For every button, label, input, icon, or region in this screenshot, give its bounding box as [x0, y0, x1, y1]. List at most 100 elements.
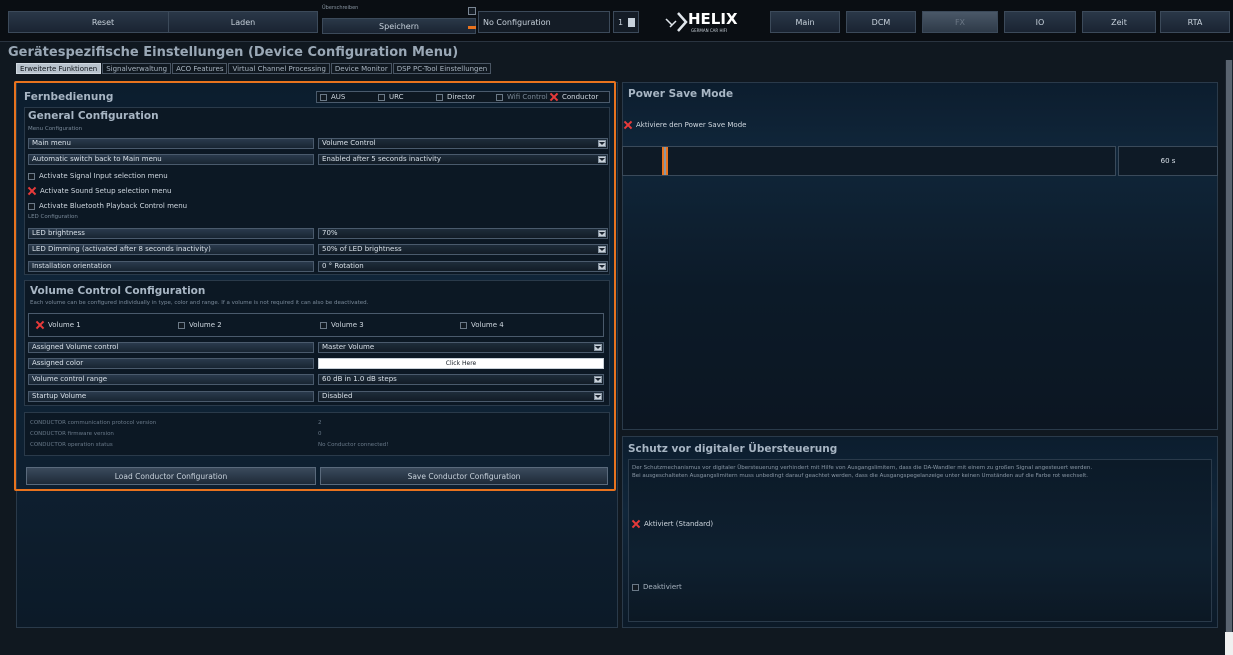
- main-menu-select[interactable]: Volume Control: [318, 138, 608, 149]
- checkbox-icon: [632, 583, 639, 591]
- top-toolbar: Reset Laden Überschreiben Speichern No C…: [0, 0, 1233, 42]
- volume-range-select[interactable]: 60 dB in 1.0 dB steps: [318, 374, 604, 385]
- overwrite-checkbox[interactable]: [468, 7, 476, 15]
- tab-signalverwaltung[interactable]: Signalverwaltung: [102, 63, 172, 74]
- config-name-field[interactable]: No Configuration: [478, 11, 610, 33]
- protocol-version-value: 2: [318, 420, 322, 426]
- scrollbar-thumb[interactable]: [1226, 60, 1232, 655]
- volume-label: Volume 1: [48, 321, 81, 329]
- power-save-slider[interactable]: [622, 146, 1116, 176]
- checked-x-icon: [632, 520, 640, 528]
- volume-1-checkbox[interactable]: Volume 1: [36, 321, 81, 329]
- nav-fx-button[interactable]: FX: [922, 11, 998, 33]
- nav-zeit-button[interactable]: Zeit: [1082, 11, 1156, 33]
- volume-label: Volume 4: [471, 321, 504, 329]
- select-value: Disabled: [322, 392, 353, 400]
- checkbox-icon: [178, 321, 185, 329]
- power-save-value: 60 s: [1118, 146, 1218, 176]
- tab-aco-features[interactable]: ACO Features: [172, 63, 228, 74]
- checkbox-icon: [28, 202, 35, 210]
- save-conductor-button[interactable]: Save Conductor Configuration: [320, 467, 608, 485]
- volume-select-row: [28, 313, 604, 337]
- laden-button[interactable]: Laden: [168, 11, 318, 33]
- led-dimming-select[interactable]: 50% of LED brightness: [318, 244, 608, 255]
- led-config-subtitle: LED Configuration: [28, 214, 78, 220]
- dropdown-arrow-icon[interactable]: [594, 393, 602, 400]
- dropdown-arrow-icon[interactable]: [598, 140, 606, 147]
- config-number-field[interactable]: 1: [613, 11, 639, 33]
- checkbox-icon: [320, 93, 327, 101]
- remote-title: Fernbedienung: [24, 91, 114, 103]
- remote-option-label: Director: [447, 93, 476, 101]
- led-brightness-select[interactable]: 70%: [318, 228, 608, 239]
- orientation-label: Installation orientation: [28, 261, 314, 272]
- volume-3-checkbox[interactable]: Volume 3: [320, 321, 364, 329]
- volume-label: Volume 3: [331, 321, 364, 329]
- startup-volume-select[interactable]: Disabled: [318, 391, 604, 402]
- nav-io-button[interactable]: IO: [1004, 11, 1076, 33]
- operation-status-label: CONDUCTOR operation status: [30, 442, 113, 448]
- led-brightness-label: LED brightness: [28, 228, 314, 239]
- logo-text: HELIX: [688, 10, 738, 28]
- select-value: 0 ° Rotation: [322, 262, 364, 270]
- tab-dsp-pc-tool[interactable]: DSP PC-Tool Einstellungen: [392, 63, 492, 74]
- remote-option-urc[interactable]: URC: [378, 93, 404, 101]
- main-scrollbar[interactable]: [1225, 60, 1233, 655]
- volume-2-checkbox[interactable]: Volume 2: [178, 321, 222, 329]
- menu-config-subtitle: Menu Configuration: [28, 126, 83, 132]
- remote-option-aus[interactable]: AUS: [320, 93, 345, 101]
- checked-x-icon: [550, 93, 558, 101]
- remote-option-label: Wifi Control: [507, 93, 548, 101]
- dropdown-arrow-icon[interactable]: [598, 230, 606, 237]
- checkbox-label: Activate Signal Input selection menu: [39, 172, 168, 180]
- assigned-control-label: Assigned Volume control: [28, 342, 314, 353]
- overdrive-inner-box: [628, 459, 1212, 622]
- remote-option-label: URC: [389, 93, 404, 101]
- auto-switch-label: Automatic switch back to Main menu: [28, 154, 314, 165]
- orientation-select[interactable]: 0 ° Rotation: [318, 261, 608, 272]
- assigned-control-select[interactable]: Master Volume: [318, 342, 604, 353]
- dropdown-arrow-icon[interactable]: [594, 376, 602, 383]
- main-menu-label: Main menu: [28, 138, 314, 149]
- checkbox-icon: [436, 93, 443, 101]
- speichern-button[interactable]: Speichern: [322, 18, 476, 34]
- checkbox-icon: [320, 321, 327, 329]
- volume-4-checkbox[interactable]: Volume 4: [460, 321, 504, 329]
- sound-setup-menu-checkbox[interactable]: Activate Sound Setup selection menu: [28, 187, 171, 195]
- nav-dcm-button[interactable]: DCM: [846, 11, 916, 33]
- dropdown-arrow-icon[interactable]: [598, 156, 606, 163]
- auto-switch-select[interactable]: Enabled after 5 seconds inactivity: [318, 154, 608, 165]
- bluetooth-menu-checkbox[interactable]: Activate Bluetooth Playback Control menu: [28, 202, 187, 210]
- general-config-title: General Configuration: [28, 110, 159, 122]
- operation-status-value: No Conductor connected!: [318, 442, 389, 448]
- dropdown-arrow-icon[interactable]: [598, 263, 606, 270]
- select-value: 60 dB in 1.0 dB steps: [322, 375, 397, 383]
- overdrive-active-radio[interactable]: Aktiviert (Standard): [632, 520, 713, 528]
- helix-logo: HELIX GERMAN CAR HIFI: [660, 7, 760, 37]
- remote-option-label: Conductor: [562, 93, 599, 101]
- checkbox-label: Activate Bluetooth Playback Control menu: [39, 202, 188, 210]
- signal-input-menu-checkbox[interactable]: Activate Signal Input selection menu: [28, 172, 168, 180]
- overdrive-inactive-radio[interactable]: Deaktiviert: [632, 583, 682, 591]
- assigned-color-button[interactable]: Click Here: [318, 358, 604, 369]
- startup-volume-label: Startup Volume: [28, 391, 314, 402]
- dropdown-arrow-icon[interactable]: [594, 344, 602, 351]
- remote-option-wifi[interactable]: Wifi Control: [496, 93, 548, 101]
- tab-virtual-channel-processing[interactable]: Virtual Channel Processing: [228, 63, 330, 74]
- checkbox-icon: [28, 172, 35, 180]
- nav-main-button[interactable]: Main: [770, 11, 840, 33]
- firmware-version-value: 0: [318, 431, 322, 437]
- nav-rta-button[interactable]: RTA: [1160, 11, 1230, 33]
- slider-thumb[interactable]: [661, 147, 668, 175]
- tab-erweiterte-funktionen[interactable]: Erweiterte Funktionen: [16, 63, 102, 74]
- remote-option-director[interactable]: Director: [436, 93, 475, 101]
- edit-icon[interactable]: [628, 17, 636, 27]
- load-conductor-button[interactable]: Load Conductor Configuration: [26, 467, 316, 485]
- dropdown-arrow-icon[interactable]: [598, 246, 606, 253]
- volume-range-label: Volume control range: [28, 374, 314, 385]
- remote-option-conductor[interactable]: Conductor: [550, 93, 598, 101]
- remote-option-label: AUS: [331, 93, 346, 101]
- power-save-checkbox[interactable]: Aktiviere den Power Save Mode: [624, 121, 746, 129]
- checked-x-icon: [36, 321, 44, 329]
- tab-device-monitor[interactable]: Device Monitor: [330, 63, 392, 74]
